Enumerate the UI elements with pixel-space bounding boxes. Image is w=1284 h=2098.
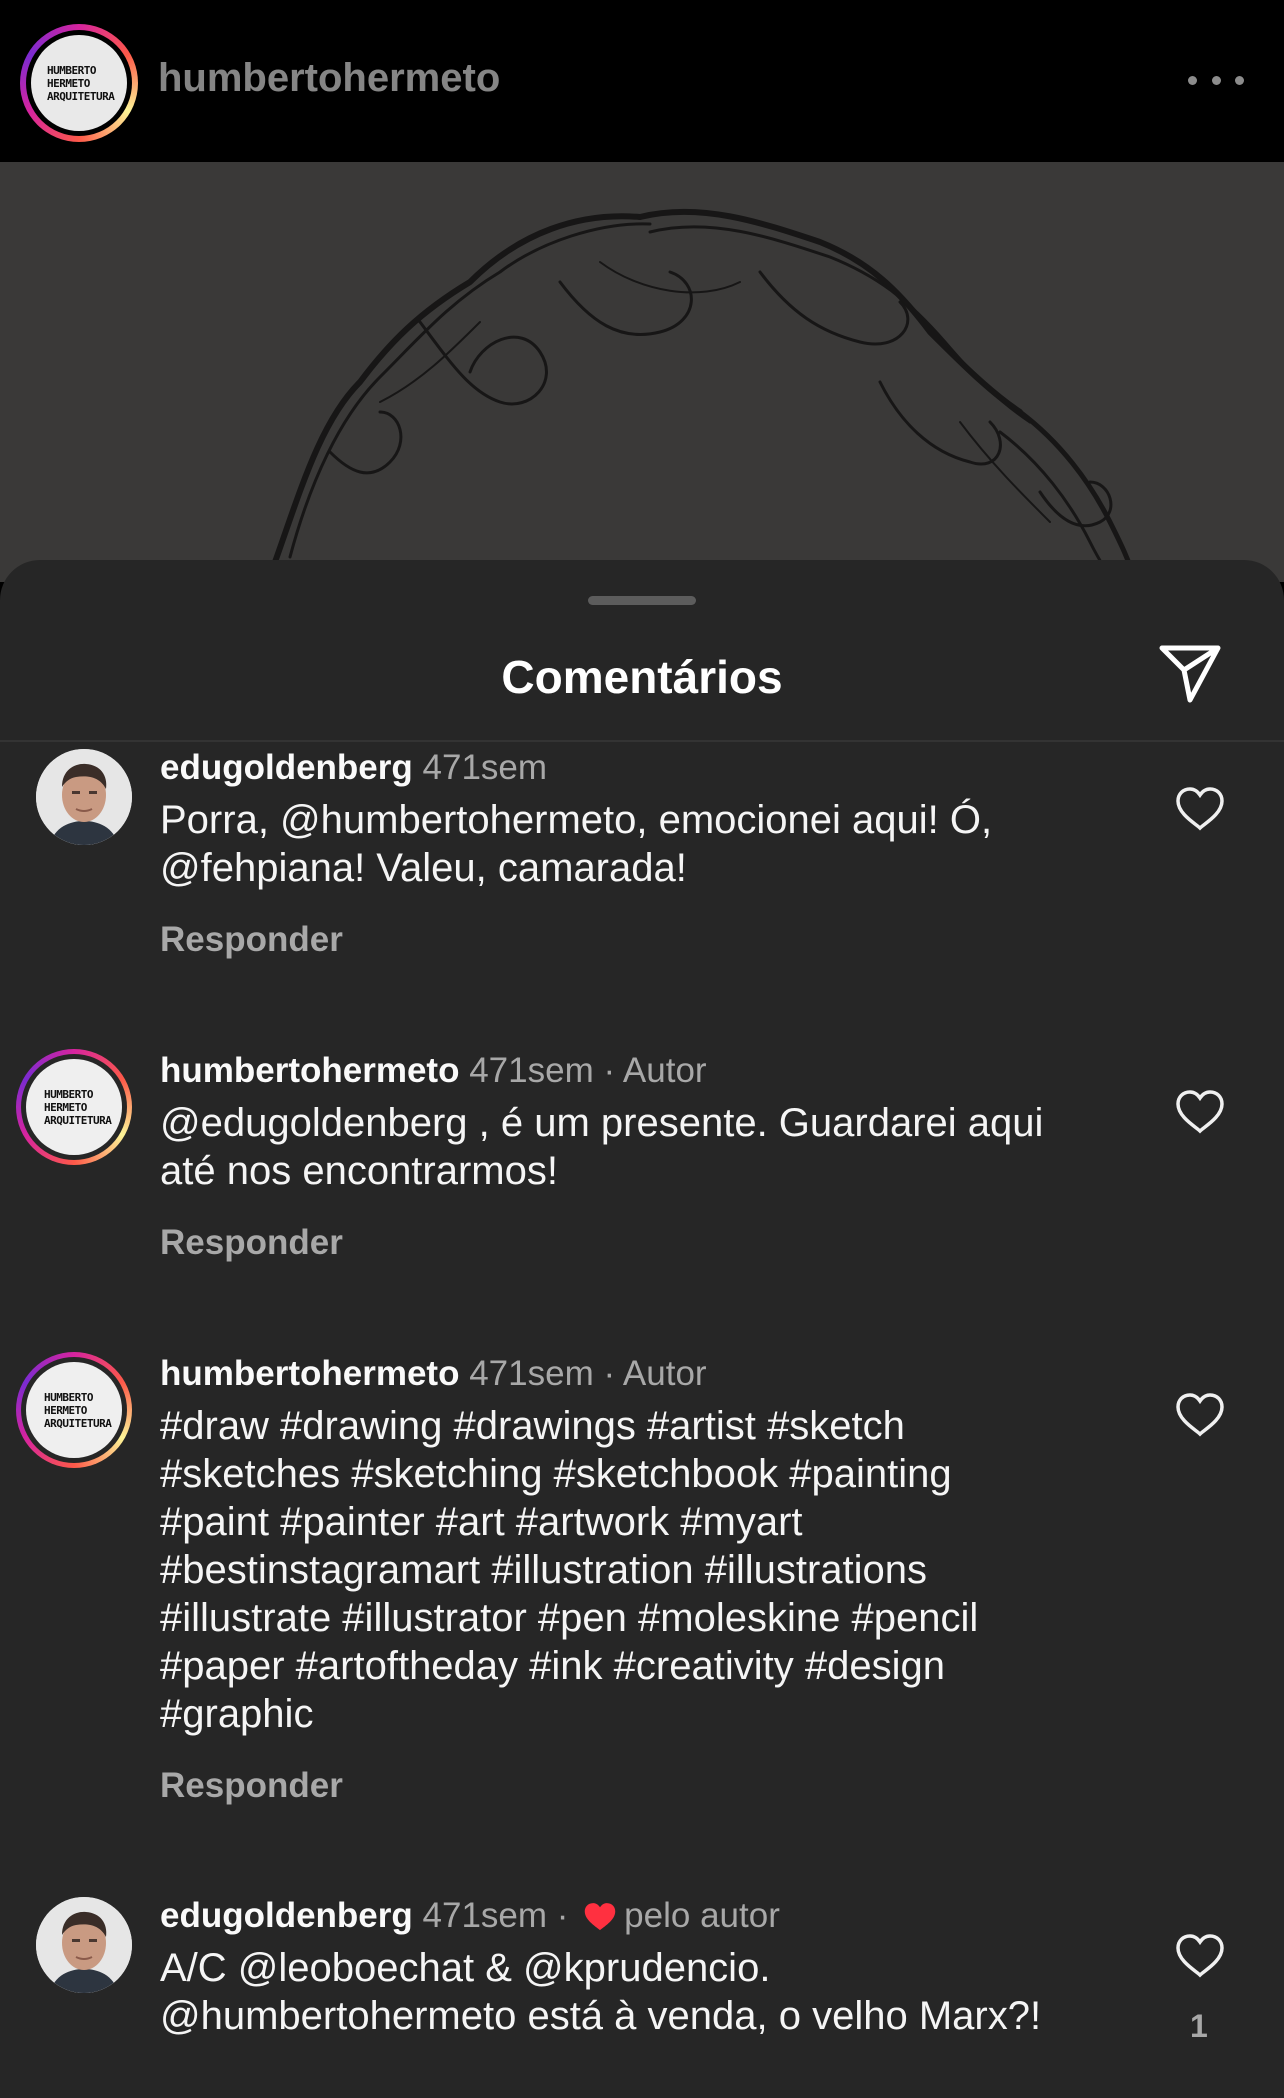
comment-username[interactable]: edugoldenberg (160, 1896, 413, 1935)
meta-separator: · (603, 1354, 616, 1393)
comment-time: 471sem (469, 1051, 594, 1090)
author-tag: Autor (622, 1051, 707, 1090)
comment-text: A/C @leoboechat & @kprudencio. @humberto… (160, 1946, 1042, 2038)
reply-button[interactable]: Responder (160, 1766, 343, 1806)
logo-line: HUMBERTO (44, 1087, 93, 1101)
post-author-username[interactable]: humbertohermeto (158, 56, 500, 101)
like-count: 1 (1190, 2008, 1208, 2044)
more-options-icon[interactable] (1188, 68, 1244, 92)
logo-line: HERMETO (44, 1403, 87, 1417)
avatar[interactable]: HUMBERTO HERMETO ARQUITETURA (16, 1049, 132, 1165)
meta-separator: · (556, 1896, 569, 1935)
like-heart-icon[interactable] (1174, 1933, 1226, 1979)
logo-line: HERMETO (47, 76, 90, 90)
logo-line: ARQUITETURA (47, 89, 115, 103)
logo-line: ARQUITETURA (44, 1113, 112, 1127)
comment-time: 471sem (422, 1896, 548, 1935)
sheet-title: Comentários (501, 651, 783, 703)
logo-line: HUMBERTO (47, 63, 96, 77)
drag-handle[interactable] (588, 596, 696, 605)
comment-meta: humbertohermeto 471sem · Autor (160, 1354, 707, 1394)
like-heart-icon[interactable] (1174, 1089, 1226, 1135)
comments-sheet: Comentários edugoldenberg 471sem Porra, … (0, 560, 1284, 2098)
logo-line: ARQUITETURA (44, 1416, 112, 1430)
comment-meta: edugoldenberg 471sem (160, 748, 547, 788)
comment-text: Porra, @humbertohermeto, emocionei aqui!… (160, 798, 993, 890)
logo-line: HERMETO (44, 1100, 87, 1114)
author-tag: Autor (622, 1354, 707, 1393)
avatar[interactable] (36, 749, 132, 845)
top-bar: HUMBERTO HERMETO ARQUITETURA humbertoher… (0, 0, 1284, 162)
comment-meta: humbertohermeto 471sem · Autor (160, 1051, 707, 1091)
liked-by-author-heart-icon (584, 1903, 616, 1931)
divider (0, 740, 1284, 742)
sketch-drawing (272, 208, 1138, 582)
comment-text: @edugoldenberg , é um presente. Guardare… (160, 1101, 1044, 1193)
comment-meta: edugoldenberg 471sem · pelo autor (160, 1896, 780, 1936)
profile-avatar[interactable]: HUMBERTO HERMETO ARQUITETURA (20, 24, 138, 142)
like-heart-icon[interactable] (1174, 786, 1226, 832)
comment-text: #draw #drawing #drawings #artist #sketch… (160, 1404, 979, 1736)
liked-by-author-label: pelo autor (624, 1896, 780, 1935)
reply-button[interactable]: Responder (160, 920, 343, 960)
comment-username[interactable]: humbertohermeto (160, 1051, 459, 1090)
comment-time: 471sem (422, 748, 548, 787)
comment-username[interactable]: humbertohermeto (160, 1354, 459, 1393)
post-image (0, 162, 1284, 582)
avatar[interactable] (36, 1897, 132, 1993)
comment-time: 471sem (469, 1354, 594, 1393)
avatar[interactable]: HUMBERTO HERMETO ARQUITETURA (16, 1352, 132, 1468)
send-icon[interactable] (1156, 640, 1224, 706)
reply-button[interactable]: Responder (160, 1223, 343, 1263)
like-heart-icon[interactable] (1174, 1392, 1226, 1438)
comment-username[interactable]: edugoldenberg (160, 748, 413, 787)
logo-line: HUMBERTO (44, 1390, 93, 1404)
meta-separator: · (603, 1051, 616, 1090)
